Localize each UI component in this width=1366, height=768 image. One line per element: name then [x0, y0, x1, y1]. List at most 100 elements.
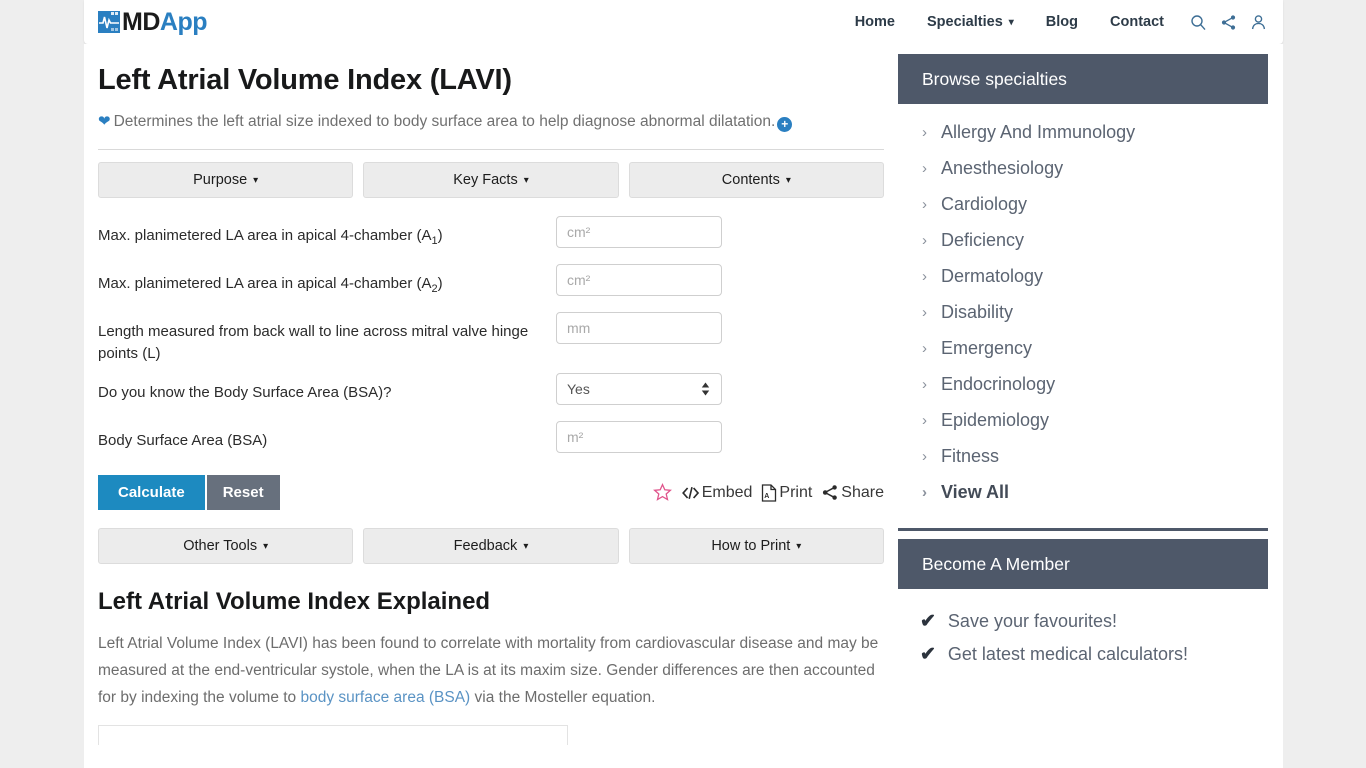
logo-text-app: App: [159, 7, 208, 36]
sidebar-item-label: Disability: [941, 301, 1014, 322]
sidebar-item-anesthesiology[interactable]: › Anesthesiology: [898, 150, 1268, 186]
sidebar-item-epidemiology[interactable]: › Epidemiology: [898, 402, 1268, 438]
calculator-form: Max. planimetered LA area in apical 4-ch…: [98, 216, 884, 461]
nav-item-contact-label: Contact: [1110, 14, 1164, 30]
select-know-bsa[interactable]: Yes No: [556, 373, 722, 405]
label-length: Length measured from back wall to line a…: [98, 323, 529, 362]
member-benefit-latest-calculators: ✔ Get latest medical calculators!: [898, 638, 1268, 671]
nav-item-home[interactable]: Home: [839, 14, 911, 30]
chevron-down-icon: ▾: [785, 174, 791, 186]
tab-key-facts[interactable]: Key Facts ▾: [363, 162, 619, 198]
tab-how-to-print[interactable]: How to Print ▾: [628, 528, 884, 564]
search-icon[interactable]: [1190, 14, 1207, 31]
share-icon[interactable]: [1220, 14, 1237, 31]
chevron-right-icon: ›: [922, 123, 927, 141]
site-logo[interactable]: MDApp: [98, 7, 208, 36]
chevron-right-icon: ›: [922, 303, 927, 321]
sidebar-item-fitness[interactable]: › Fitness: [898, 438, 1268, 474]
star-favourite-icon: [652, 483, 672, 501]
explainer-title: Left Atrial Volume Index Explained: [98, 588, 491, 615]
share-button[interactable]: Share: [821, 484, 884, 502]
tab-purpose-label: Purpose: [193, 172, 248, 188]
label-la-area-1-suffix: ): [437, 227, 443, 244]
sidebar-item-deficiency[interactable]: › Deficiency: [898, 222, 1268, 258]
form-row-length: Length measured from back wall to line a…: [98, 312, 884, 365]
embed-label: Embed: [701, 483, 753, 501]
input-bsa[interactable]: [556, 421, 722, 453]
sidebar-item-cardiology[interactable]: › Cardiology: [898, 186, 1268, 222]
sidebar-item-dermatology[interactable]: › Dermatology: [898, 258, 1268, 294]
input-length[interactable]: [556, 312, 722, 344]
main-content-column: Left Atrial Volume Index (LAVI) ❤ Determi…: [98, 54, 884, 745]
label-la-area-2-text: Max. planimetered LA area in apical 4-ch…: [98, 275, 432, 292]
embed-button[interactable]: Embed: [681, 483, 753, 502]
reset-button[interactable]: Reset: [206, 475, 280, 510]
svg-text:A: A: [765, 493, 770, 500]
sidebar-item-label: Cardiology: [941, 193, 1028, 214]
input-la-area-1[interactable]: [556, 216, 722, 248]
body-surface-area-link[interactable]: body surface area (BSA): [300, 689, 470, 706]
title-divider: [98, 149, 884, 150]
chevron-down-icon: ▾: [1008, 16, 1014, 28]
checkmark-icon: ✔: [920, 611, 936, 632]
chevron-right-icon: ›: [922, 375, 927, 393]
site-header: MDApp Home Specialties ▾ Blog Contact: [84, 0, 1283, 44]
sidebar-item-disability[interactable]: › Disability: [898, 294, 1268, 330]
code-embed-icon: [681, 486, 699, 499]
sidebar-divider: [898, 528, 1268, 531]
label-la-area-2: Max. planimetered LA area in apical 4-ch…: [98, 264, 556, 300]
browse-specialties-header: Browse specialties: [898, 54, 1268, 104]
share-icon: [823, 485, 838, 500]
favourite-star-button[interactable]: [652, 483, 672, 502]
tab-feedback-label: Feedback: [453, 538, 518, 554]
chevron-right-icon: ›: [922, 231, 927, 249]
sidebar-item-label: Endocrinology: [941, 373, 1056, 394]
tab-other-tools[interactable]: Other Tools ▾: [98, 528, 354, 564]
sidebar-item-allergy-and-immunology[interactable]: › Allergy And Immunology: [898, 114, 1268, 150]
checkmark-icon: ✔: [920, 644, 936, 665]
member-benefit-label: Get latest medical calculators!: [947, 644, 1189, 664]
tab-how-to-print-label: How to Print: [711, 538, 791, 554]
sidebar-item-label: Fitness: [941, 445, 1000, 466]
tab-feedback[interactable]: Feedback ▾: [363, 528, 619, 564]
print-label: Print: [779, 483, 813, 501]
chevron-right-icon: ›: [922, 267, 927, 285]
sidebar-item-view-all[interactable]: › View All: [898, 474, 1268, 510]
tab-other-tools-label: Other Tools: [183, 538, 258, 554]
explainer-text-part2: via the Mosteller equation.: [470, 689, 656, 706]
nav-item-contact[interactable]: Contact: [1094, 14, 1180, 30]
logo-text-md: MD: [122, 7, 160, 36]
user-account-icon[interactable]: [1250, 14, 1267, 31]
content-box-partial: [98, 725, 568, 745]
sidebar-item-endocrinology[interactable]: › Endocrinology: [898, 366, 1268, 402]
label-la-area-2-suffix: ): [437, 275, 443, 292]
input-la-area-2[interactable]: [556, 264, 722, 296]
calculator-subtitle-text: Determines the left atrial size indexed …: [113, 113, 776, 130]
tool-link-group: Embed A Print Share: [652, 483, 884, 502]
sidebar: Browse specialties › Allergy And Immunol…: [898, 54, 1268, 671]
nav-item-blog[interactable]: Blog: [1030, 14, 1094, 30]
print-button[interactable]: A Print: [761, 484, 812, 502]
sidebar-item-label: Dermatology: [941, 265, 1044, 286]
tab-purpose[interactable]: Purpose ▾: [98, 162, 354, 198]
tab-key-facts-label: Key Facts: [453, 172, 518, 188]
nav-item-home-label: Home: [854, 14, 895, 30]
ekg-heartbeat-icon: [98, 11, 120, 33]
chevron-down-icon: ▾: [523, 540, 529, 552]
sidebar-item-label: Anesthesiology: [941, 157, 1064, 178]
chevron-down-icon: ▾: [253, 174, 259, 186]
tab-contents[interactable]: Contents ▾: [628, 162, 884, 198]
sidebar-item-label: Deficiency: [941, 229, 1025, 250]
chevron-right-icon: ›: [922, 195, 927, 213]
plus-circle-icon[interactable]: +: [777, 117, 793, 132]
tab-contents-label: Contents: [721, 172, 780, 188]
label-la-area-1: Max. planimetered LA area in apical 4-ch…: [98, 216, 556, 252]
page-title: Left Atrial Volume Index (LAVI): [98, 64, 512, 96]
calculate-button[interactable]: Calculate: [98, 475, 205, 510]
main-navigation: Home Specialties ▾ Blog Contact: [839, 0, 1283, 44]
chevron-right-icon: ›: [922, 483, 927, 501]
sidebar-item-emergency[interactable]: › Emergency: [898, 330, 1268, 366]
member-benefit-save-favourites: ✔ Save your favourites!: [898, 605, 1268, 638]
info-tab-row: Purpose ▾ Key Facts ▾ Contents ▾: [98, 162, 884, 198]
nav-item-specialties[interactable]: Specialties ▾: [911, 14, 1030, 30]
